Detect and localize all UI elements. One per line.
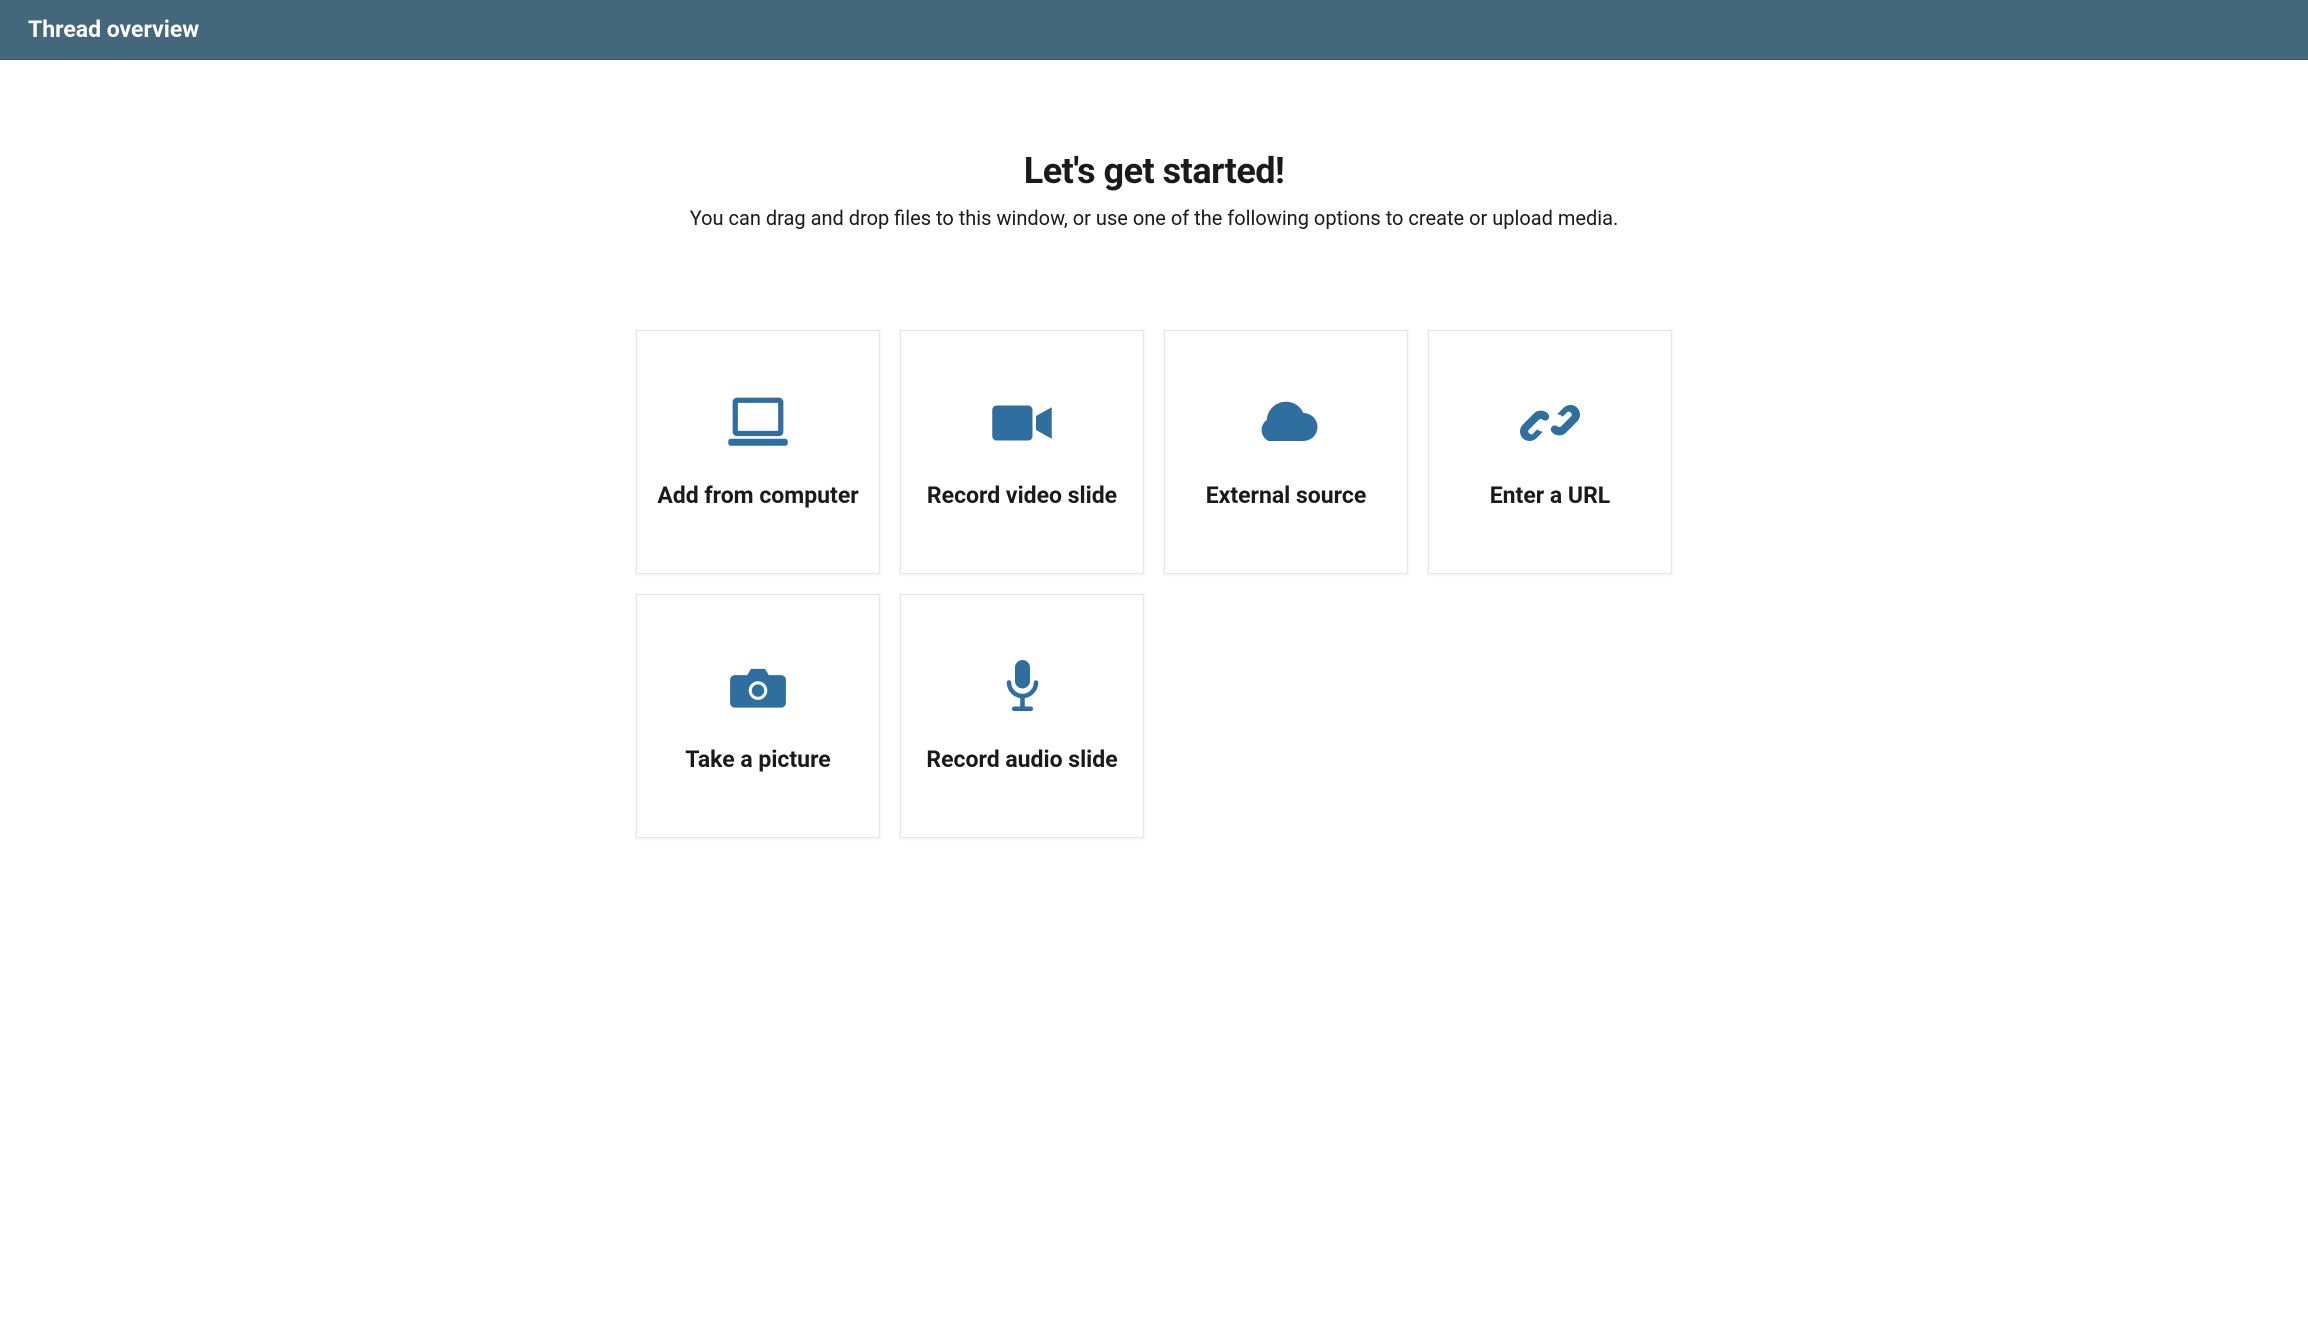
cloud-icon: [1251, 393, 1321, 453]
card-label: Record video slide: [927, 481, 1117, 511]
page-header: Thread overview: [0, 0, 2308, 60]
take-picture-card[interactable]: Take a picture: [636, 594, 880, 838]
main-content: Let's get started! You can drag and drop…: [634, 60, 1674, 878]
laptop-icon: [723, 393, 793, 453]
card-label: Record audio slide: [926, 745, 1117, 775]
record-video-slide-card[interactable]: Record video slide: [900, 330, 1144, 574]
page-title: Thread overview: [28, 16, 199, 43]
card-label: Enter a URL: [1490, 481, 1611, 511]
external-source-card[interactable]: External source: [1164, 330, 1408, 574]
record-audio-slide-card[interactable]: Record audio slide: [900, 594, 1144, 838]
link-icon: [1515, 393, 1585, 453]
options-grid: Add from computer Record video slide Ext…: [654, 330, 1654, 838]
microphone-icon: [987, 657, 1057, 717]
main-title: Let's get started!: [654, 150, 1654, 192]
card-label: External source: [1206, 481, 1367, 511]
add-from-computer-card[interactable]: Add from computer: [636, 330, 880, 574]
card-label: Take a picture: [685, 745, 830, 775]
main-subtitle: You can drag and drop files to this wind…: [654, 206, 1654, 230]
video-icon: [987, 393, 1057, 453]
enter-url-card[interactable]: Enter a URL: [1428, 330, 1672, 574]
camera-icon: [723, 657, 793, 717]
card-label: Add from computer: [657, 481, 858, 511]
